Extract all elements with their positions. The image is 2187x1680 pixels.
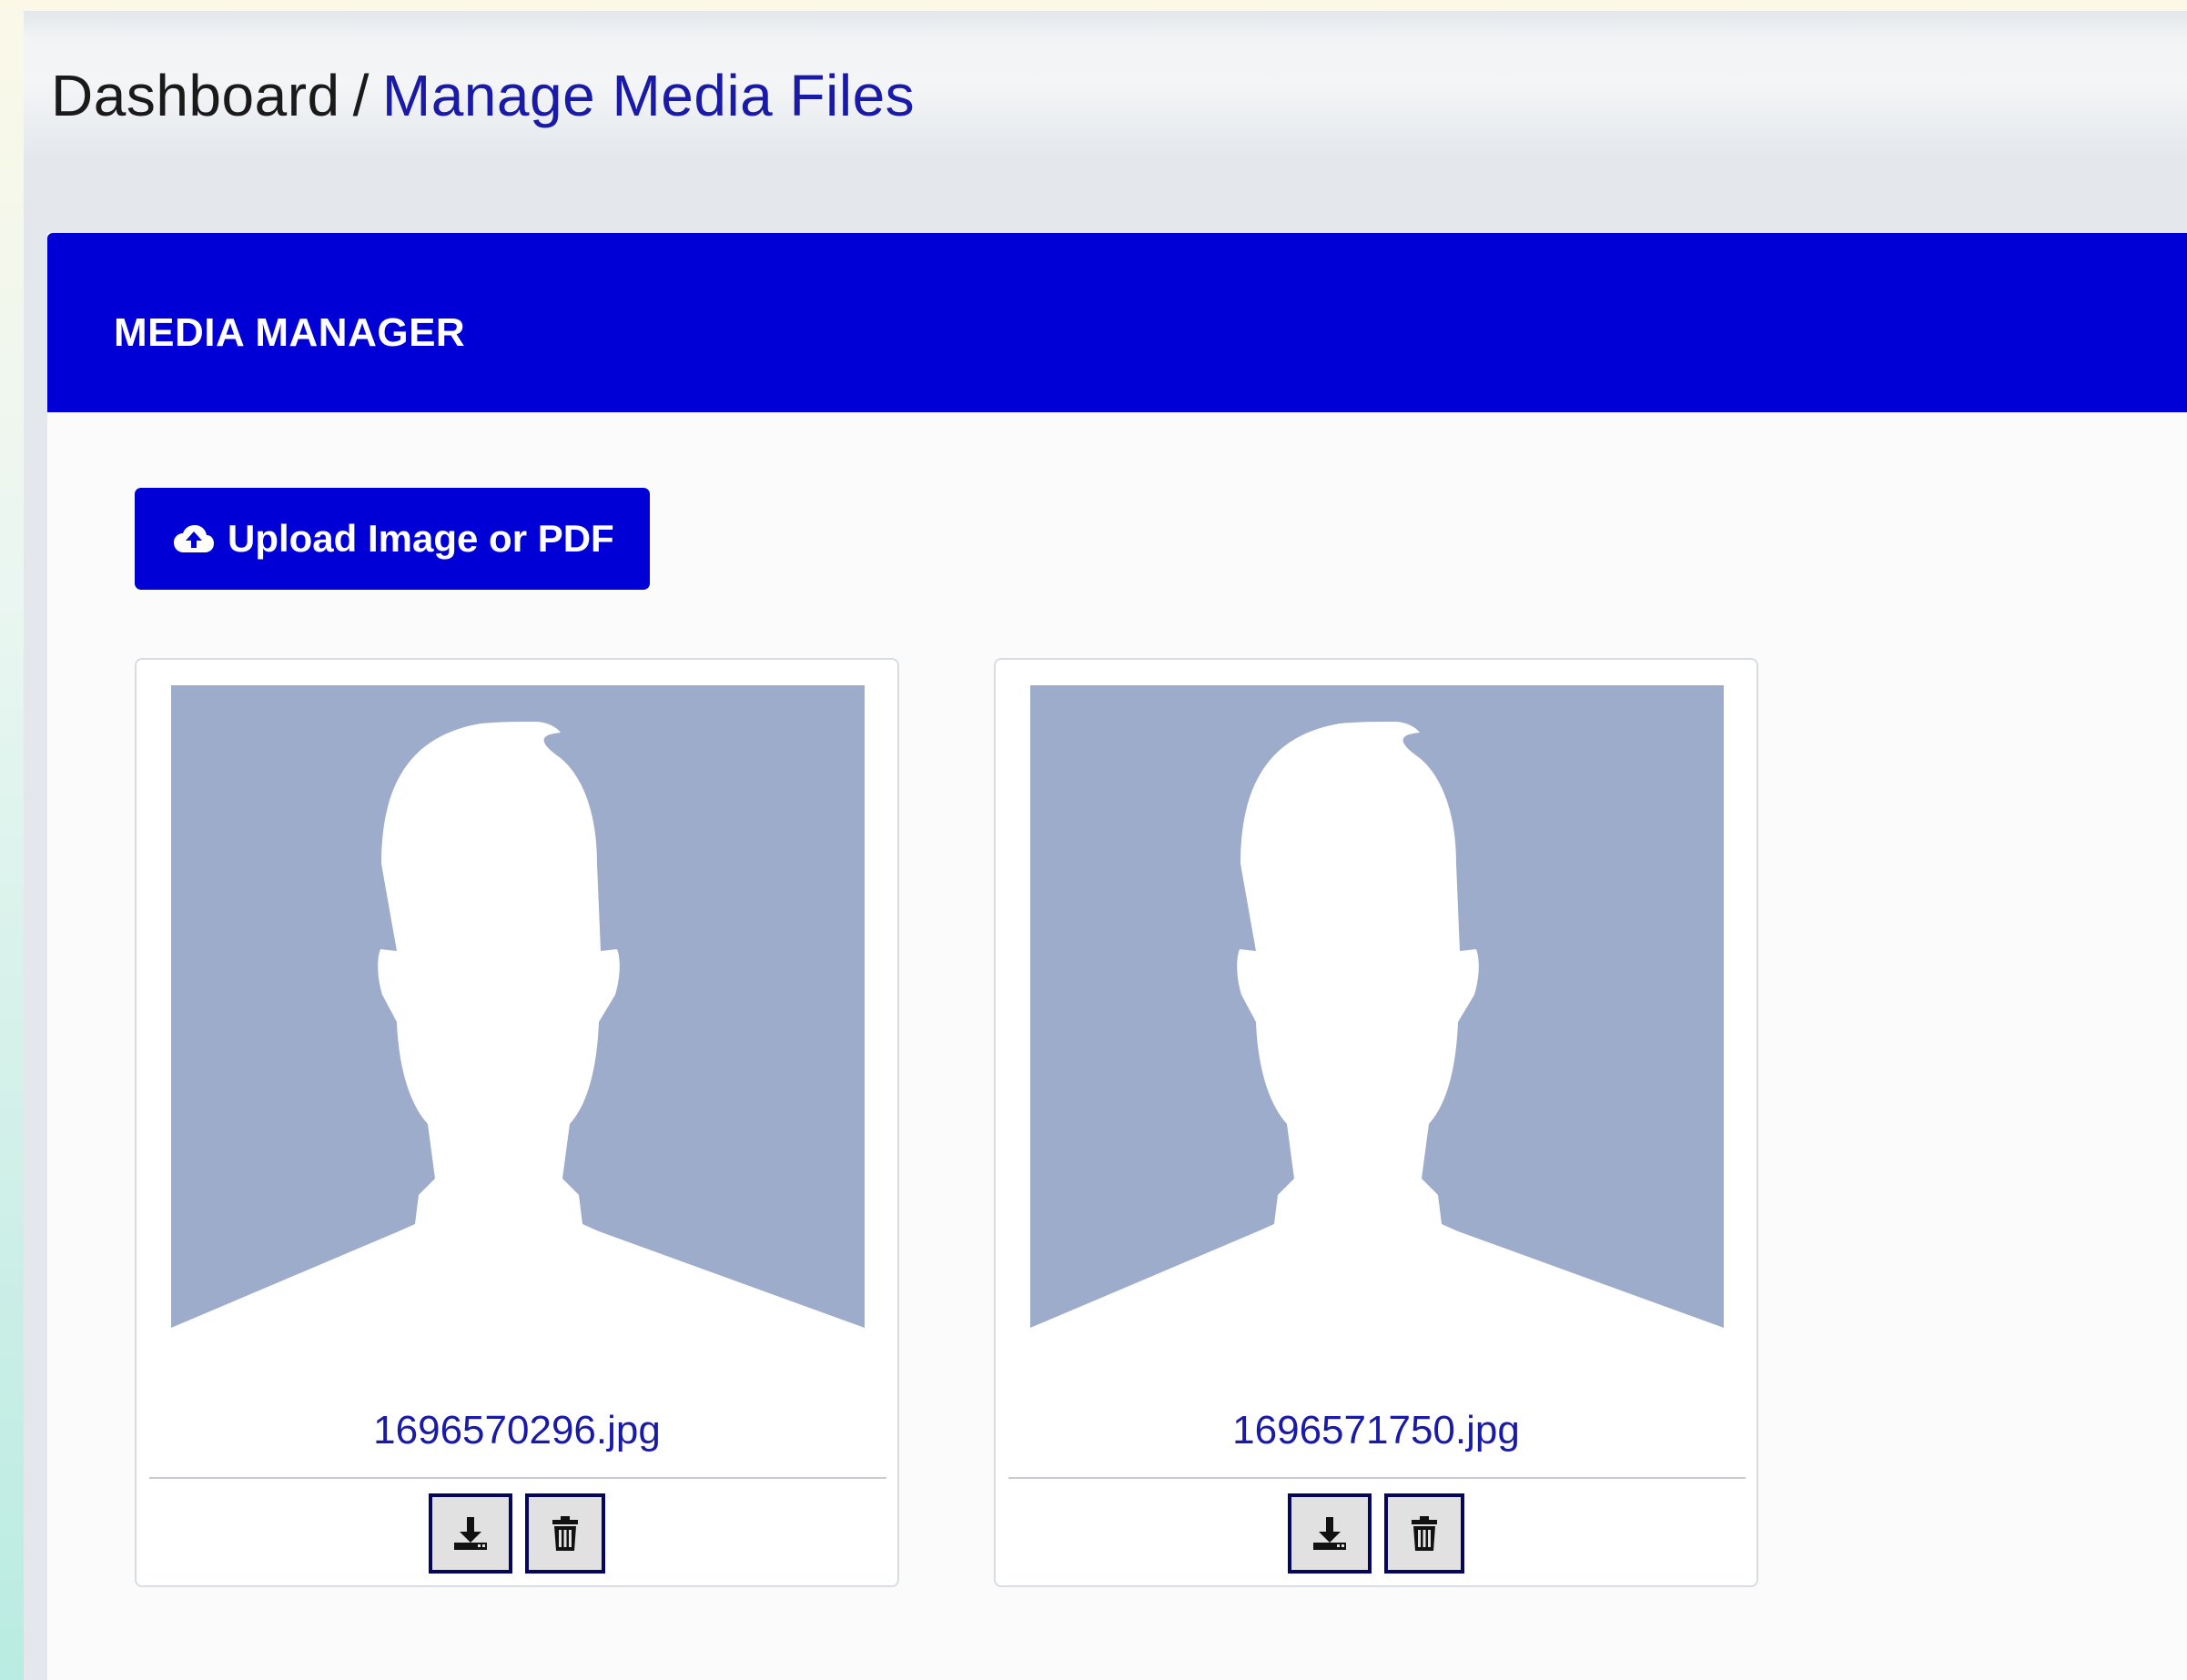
cloud-upload-icon	[174, 525, 214, 552]
breadcrumb-dashboard-link[interactable]: Dashboard	[51, 63, 340, 128]
card-divider	[1008, 1477, 1746, 1479]
card-divider	[149, 1477, 886, 1479]
breadcrumb: Dashboard / Manage Media Files	[51, 62, 915, 129]
breadcrumb-current[interactable]: Manage Media Files	[382, 63, 915, 128]
top-bar: Dashboard / Manage Media Files	[24, 11, 2187, 157]
delete-button[interactable]	[525, 1493, 605, 1574]
media-actions	[137, 1493, 897, 1574]
upload-button[interactable]: Upload Image or PDF	[135, 488, 650, 590]
download-icon	[454, 1517, 487, 1550]
download-icon	[1313, 1517, 1346, 1550]
media-actions	[996, 1493, 1757, 1574]
delete-button[interactable]	[1384, 1493, 1464, 1574]
card-header: MEDIA MANAGER	[47, 233, 2187, 412]
media-card: 1696571750.jpg	[994, 658, 1758, 1587]
media-filename-link[interactable]: 1696571750.jpg	[996, 1408, 1757, 1453]
trash-icon	[1412, 1516, 1437, 1551]
media-filename-link[interactable]: 1696570296.jpg	[137, 1408, 897, 1453]
trash-icon	[552, 1516, 578, 1551]
app-window: Dashboard / Manage Media Files MEDIA MANAG…	[24, 11, 2187, 1680]
download-button[interactable]	[1288, 1493, 1372, 1574]
upload-button-label: Upload Image or PDF	[228, 517, 614, 560]
download-button[interactable]	[429, 1493, 512, 1574]
breadcrumb-separator: /	[352, 63, 370, 128]
media-thumbnail[interactable]	[171, 685, 865, 1371]
media-manager-panel: MEDIA MANAGER Upload Image or PDF 169657…	[47, 233, 2187, 1680]
media-thumbnail[interactable]	[1030, 685, 1724, 1371]
card-title: MEDIA MANAGER	[114, 310, 466, 355]
media-card: 1696570296.jpg	[135, 658, 899, 1587]
